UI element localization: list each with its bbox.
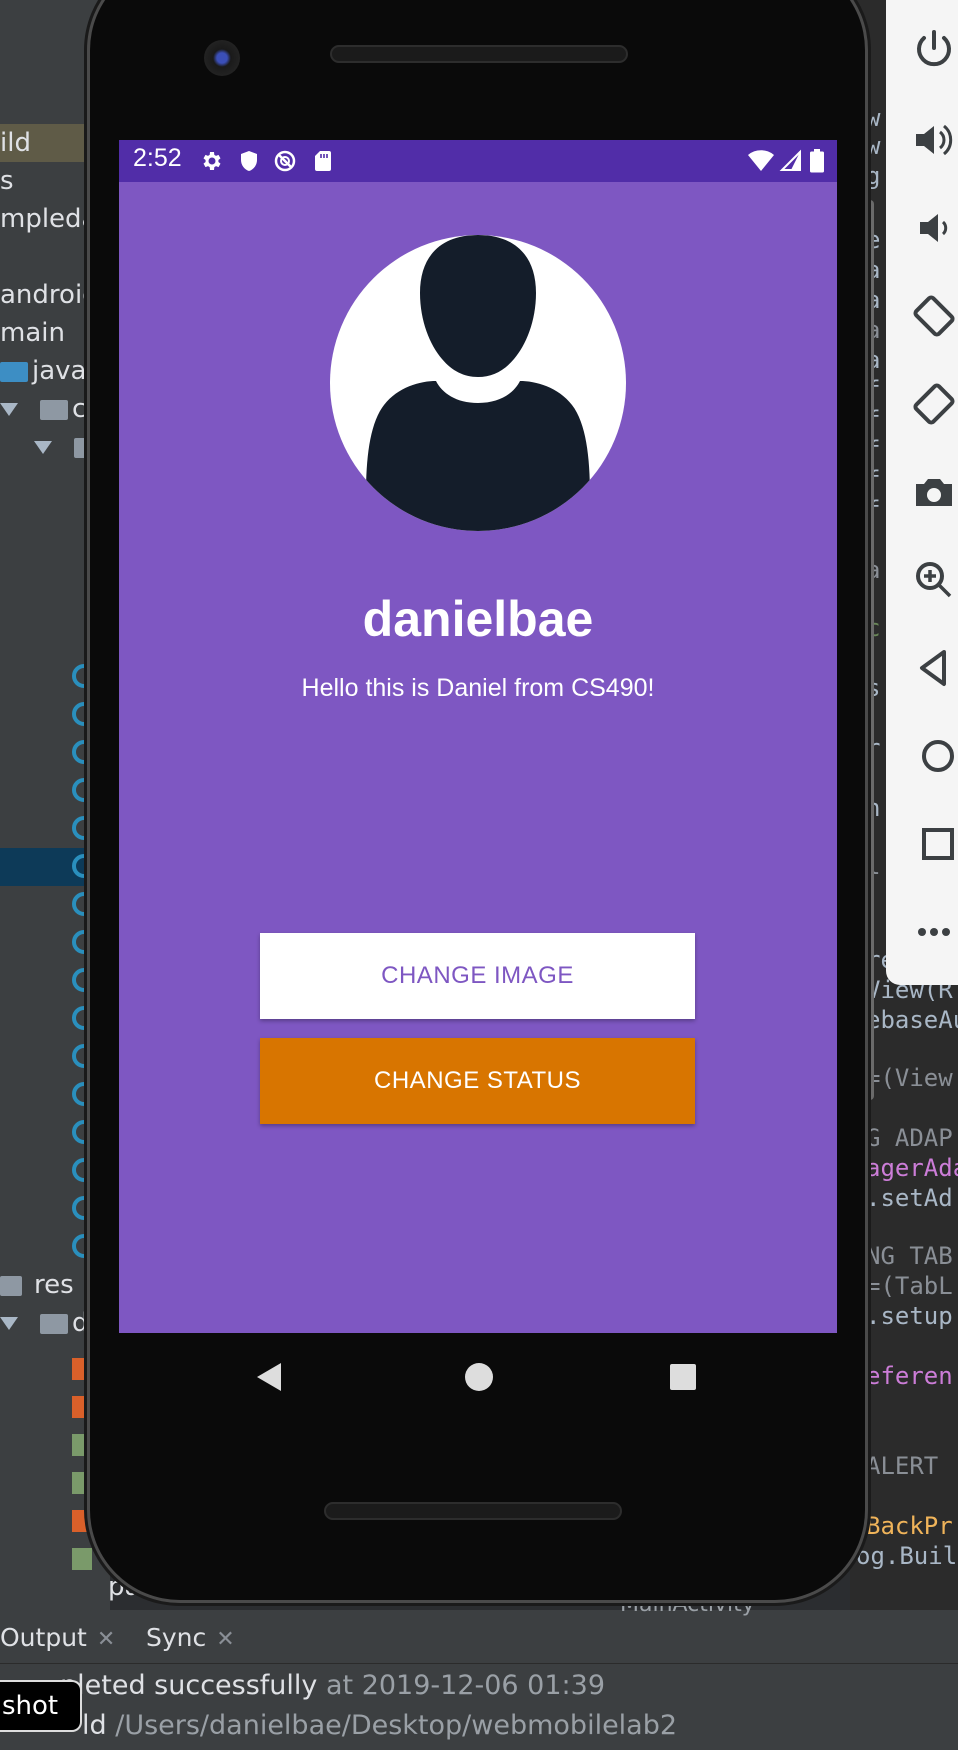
sd-card-icon — [315, 151, 331, 171]
shield-icon — [241, 151, 257, 171]
close-icon[interactable]: ✕ — [97, 1627, 115, 1652]
phone-screen: 2:52 danielbae Hello this is Daniel from… — [119, 140, 837, 1333]
tree-item-android[interactable]: androic — [0, 276, 96, 314]
android-nav-bar — [119, 1333, 837, 1423]
expand-arrow-icon[interactable] — [0, 1317, 18, 1330]
tree-item-main[interactable]: main — [0, 314, 65, 352]
image-file-icon[interactable] — [72, 1548, 92, 1570]
front-camera — [204, 40, 240, 76]
tab-sync[interactable]: Sync ✕ — [146, 1612, 235, 1664]
volume-down-icon[interactable] — [910, 204, 958, 252]
tree-item-java[interactable]: java — [0, 352, 86, 390]
tree-item[interactable]: s — [0, 162, 14, 200]
rotate-left-icon[interactable] — [910, 292, 958, 340]
power-icon[interactable] — [910, 26, 958, 74]
top-speaker — [330, 45, 628, 63]
zoom-icon[interactable] — [910, 556, 958, 604]
console-timestamp: at 2019-12-06 01:39 — [317, 1670, 605, 1701]
code-line: og.Buil — [856, 1542, 958, 1570]
tree-item-label: s — [0, 166, 14, 196]
folder-icon — [0, 1275, 22, 1296]
tab-output[interactable]: Output ✕ — [0, 1612, 115, 1664]
tab-label: Output — [0, 1623, 87, 1652]
code-line: w — [866, 132, 881, 160]
code-line: g — [866, 162, 881, 190]
expand-arrow-icon[interactable] — [0, 403, 18, 416]
profile-image[interactable] — [330, 235, 626, 531]
back-icon[interactable] — [910, 644, 958, 692]
console-path: /Users/danielbae/Desktop/webmobilelab2 — [106, 1710, 678, 1741]
close-icon[interactable]: ✕ — [216, 1627, 234, 1652]
xml-file-icon[interactable] — [72, 1510, 92, 1532]
folder-icon — [0, 361, 28, 382]
overview-icon[interactable] — [910, 820, 958, 868]
settings-icon — [203, 152, 221, 170]
code-line: .setup — [866, 1302, 953, 1330]
image-file-icon[interactable] — [72, 1434, 92, 1456]
console-text: ld — [82, 1710, 107, 1741]
rotate-right-icon[interactable] — [910, 380, 958, 428]
code-line: BackPr — [866, 1512, 953, 1540]
console-text: pleted successfully — [60, 1670, 318, 1701]
emulator-toolbar — [886, 0, 958, 985]
tree-item-label: c — [72, 394, 87, 424]
tree-item-label: androic — [0, 280, 97, 310]
code-line: =(TabL — [866, 1272, 953, 1300]
code-line: ALERT — [866, 1452, 939, 1480]
default-avatar-icon — [366, 235, 590, 531]
phone-side-button — [866, 200, 874, 1100]
package-icon — [40, 1313, 68, 1334]
tree-item-label: java — [32, 356, 87, 386]
camera-icon[interactable] — [910, 468, 958, 516]
code-line: w — [866, 104, 881, 132]
code-line: NG TAB — [866, 1242, 953, 1270]
username: danielbae — [362, 591, 594, 647]
tree-item-res[interactable]: res — [0, 1266, 74, 1304]
tree-item-label: res — [34, 1270, 74, 1300]
code-line: =(View — [866, 1064, 953, 1092]
nav-home-icon[interactable] — [465, 1363, 493, 1391]
status-bar: 2:52 — [119, 140, 837, 182]
tree-item-label: ild — [0, 128, 31, 158]
volume-up-icon[interactable] — [910, 116, 958, 164]
signal-icon — [779, 149, 801, 171]
home-icon[interactable] — [910, 732, 958, 780]
package-icon — [40, 399, 68, 420]
tree-item-drawable[interactable]: d — [0, 1304, 89, 1342]
status-text: Hello this is Daniel from CS490! — [301, 674, 655, 702]
nav-recents-icon[interactable] — [670, 1364, 696, 1390]
do-not-disturb-icon — [274, 150, 296, 172]
code-line: .setAd — [866, 1184, 953, 1212]
xml-file-icon[interactable] — [72, 1358, 92, 1380]
code-line: G ADAP — [866, 1124, 953, 1152]
battery-icon — [810, 149, 824, 173]
more-icon[interactable] — [910, 908, 958, 956]
console-line: ld /Users/danielbae/Desktop/webmobilelab… — [0, 1710, 677, 1741]
wifi-icon — [748, 150, 774, 171]
change-image-button[interactable]: CHANGE IMAGE — [260, 933, 695, 1019]
tree-item-label: main — [0, 318, 65, 348]
screenshot-tooltip: shot — [0, 1680, 82, 1732]
image-file-icon[interactable] — [72, 1472, 92, 1494]
tree-item-package[interactable]: c — [0, 390, 86, 428]
change-status-button[interactable]: CHANGE STATUS — [260, 1038, 695, 1124]
bottom-speaker — [324, 1502, 622, 1520]
code-line: eferen — [866, 1362, 953, 1390]
tab-label: Sync — [146, 1623, 207, 1652]
xml-file-icon[interactable] — [72, 1396, 92, 1418]
nav-back-icon[interactable] — [257, 1363, 281, 1391]
code-line: agerAda — [866, 1154, 958, 1182]
expand-arrow-icon[interactable] — [34, 441, 52, 454]
status-time: 2:52 — [133, 144, 182, 172]
bottom-tab-bar: Output ✕ Sync ✕ — [0, 1612, 958, 1664]
code-line: ebaseAu — [866, 1006, 958, 1034]
console-line: pleted successfully at 2019-12-06 01:39 — [0, 1670, 605, 1701]
tree-item-label: d — [72, 1308, 89, 1338]
